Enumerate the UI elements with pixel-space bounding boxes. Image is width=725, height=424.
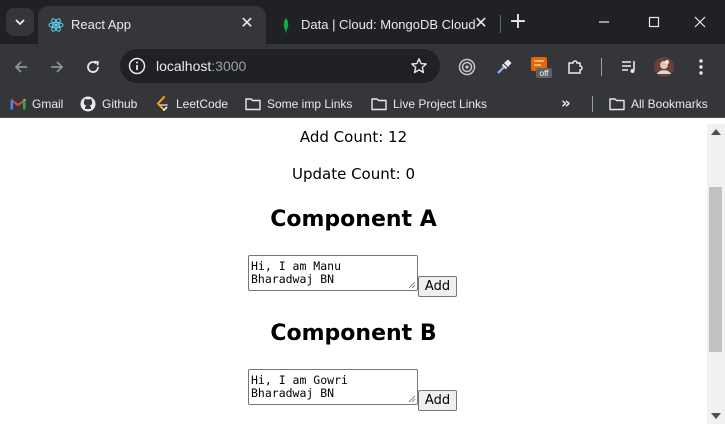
react-logo-icon [48,18,64,32]
mongodb-leaf-icon [283,18,289,33]
bookmark-label: All Bookmarks [631,96,708,111]
tab-title: React App [71,17,131,32]
target-icon [458,58,476,76]
tab-react-app[interactable]: React App ✕ [38,6,266,44]
scroll-down-arrow-icon[interactable] [711,413,721,419]
disabled-extension[interactable]: off [530,56,552,78]
forward-button[interactable] [46,56,68,78]
scrollbar-thumb[interactable] [709,187,722,352]
leetcode-icon [154,95,170,112]
chrome-menu-button[interactable] [690,56,712,78]
reload-button[interactable] [82,56,104,78]
all-bookmarks-button[interactable]: All Bookmarks [609,95,708,112]
bookmarks-bar: Gmail Github LeetCode Some imp Links Liv… [0,89,725,118]
tab-close-icon[interactable]: ✕ [472,15,490,33]
bookmark-label: Some imp Links [267,96,353,111]
add-count-text: Add Count: 12 [299,128,408,146]
url-host: localhost [156,58,212,74]
component-b-heading: Component B [270,321,437,346]
extensions-menu-button[interactable] [564,56,586,78]
target-extension[interactable] [456,56,478,78]
resize-grip-icon[interactable] [408,281,416,289]
url-port: :3000 [211,58,247,74]
window-close-button[interactable] [690,12,710,32]
bookmark-label: Gmail [32,96,64,111]
chevron-down-icon [15,19,25,26]
extension-off-icon: off [531,57,552,78]
resize-grip-icon[interactable] [408,395,416,403]
tab-strip: React App ✕ Data | Cloud: MongoDB Cloud … [0,0,725,44]
bookmarks-overflow-button[interactable]: » [561,94,571,112]
component-b-add-button[interactable]: Add [418,390,457,411]
back-button[interactable] [10,56,32,78]
maximize-icon [648,16,660,28]
folder-icon [609,96,625,112]
minimize-icon [599,21,609,23]
new-tab-button[interactable]: + [507,11,529,34]
maximize-button[interactable] [644,12,664,32]
folder-icon [245,96,261,112]
url-text[interactable]: localhost:3000 [156,58,246,74]
bookmark-gmail[interactable]: Gmail [10,95,63,112]
tab-divider [500,15,501,33]
bookmark-label: Github [102,96,138,111]
component-a-add-button[interactable]: Add [418,276,457,297]
profile-button[interactable] [653,56,675,78]
tab-close-icon[interactable]: ✕ [238,15,256,33]
bookmarks-divider [592,96,593,112]
kebab-menu-icon [699,59,703,75]
component-b-textarea[interactable] [248,369,418,405]
bookmark-star-icon[interactable] [410,57,428,75]
minimize-button[interactable] [594,12,614,32]
page-scrollbar[interactable] [707,124,725,424]
tab-search-button[interactable] [6,8,34,36]
bookmark-label: LeetCode [176,96,229,111]
address-bar[interactable]: localhost:3000 [120,49,440,83]
media-controls-button[interactable] [618,56,640,78]
bookmark-github[interactable]: Github [80,95,137,112]
bookmark-leetcode[interactable]: LeetCode [154,95,228,112]
arrow-left-icon [14,61,27,73]
bookmark-folder-live-project-links[interactable]: Live Project Links [371,95,487,112]
bookmark-folder-imp-links[interactable]: Some imp Links [245,95,352,112]
page-viewport: Add Count: 12 Update Count: 0 Component … [0,124,707,424]
close-icon [694,16,706,28]
folder-icon [371,96,387,112]
eyedropper-icon [497,59,512,74]
scroll-up-arrow-icon[interactable] [711,129,721,135]
tab-title: Data | Cloud: MongoDB Cloud [301,17,476,32]
tab-mongodb-cloud[interactable]: Data | Cloud: MongoDB Cloud ✕ [268,6,500,44]
extension-badge-text: off [540,69,550,78]
github-icon [80,96,96,112]
update-count-text: Update Count: 0 [291,165,415,183]
arrow-right-icon [51,61,64,73]
component-a-heading: Component A [270,207,437,232]
browser-toolbar: localhost:3000 off [0,44,725,89]
reload-icon [87,60,99,73]
eyedropper-extension[interactable] [493,56,515,78]
site-info-icon[interactable] [128,57,146,75]
bookmark-label: Live Project Links [393,96,488,111]
profile-avatar-icon [654,57,674,77]
media-queue-icon [622,61,635,73]
puzzle-icon [568,60,583,74]
gmail-icon [10,96,26,112]
component-a-textarea[interactable] [248,255,418,291]
toolbar-divider [601,58,602,76]
